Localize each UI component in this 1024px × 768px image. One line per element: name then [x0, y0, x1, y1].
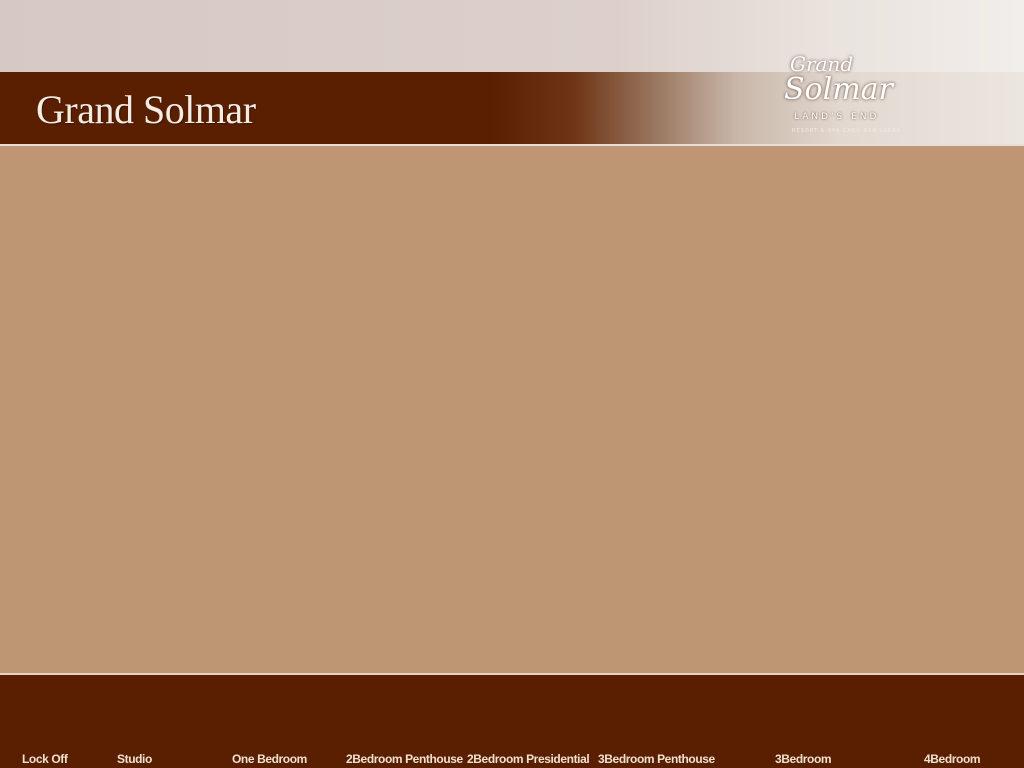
logo-tagline-text: RESORT & SPA CABO SAN LUCAS: [792, 128, 901, 134]
nav-item-3bedroom[interactable]: 3Bedroom: [775, 752, 832, 766]
logo-lands-end-text: LAND'S END: [794, 112, 880, 122]
nav-item-lock-off[interactable]: Lock Off: [22, 752, 68, 766]
logo-solmar-text: Solmar: [784, 72, 893, 107]
main-content-area: [0, 146, 1024, 673]
nav-item-3bedroom-penthouse[interactable]: 3Bedroom Penthouse: [598, 752, 715, 766]
grand-solmar-logo: Grand Solmar LAND'S END RESORT & SPA CAB…: [770, 34, 910, 138]
nav-item-4bedroom[interactable]: 4Bedroom: [924, 752, 981, 766]
page: Grand Solmar LAND'S END RESORT & SPA CAB…: [0, 0, 1024, 768]
nav-item-one-bedroom[interactable]: One Bedroom: [232, 752, 307, 766]
nav-item-studio[interactable]: Studio: [117, 752, 152, 766]
nav-item-2bedroom-presidential[interactable]: 2Bedroom Presidential: [467, 752, 590, 766]
page-title: Grand Solmar: [36, 87, 256, 132]
nav-item-2bedroom-penthouse[interactable]: 2Bedroom Penthouse: [346, 752, 463, 766]
